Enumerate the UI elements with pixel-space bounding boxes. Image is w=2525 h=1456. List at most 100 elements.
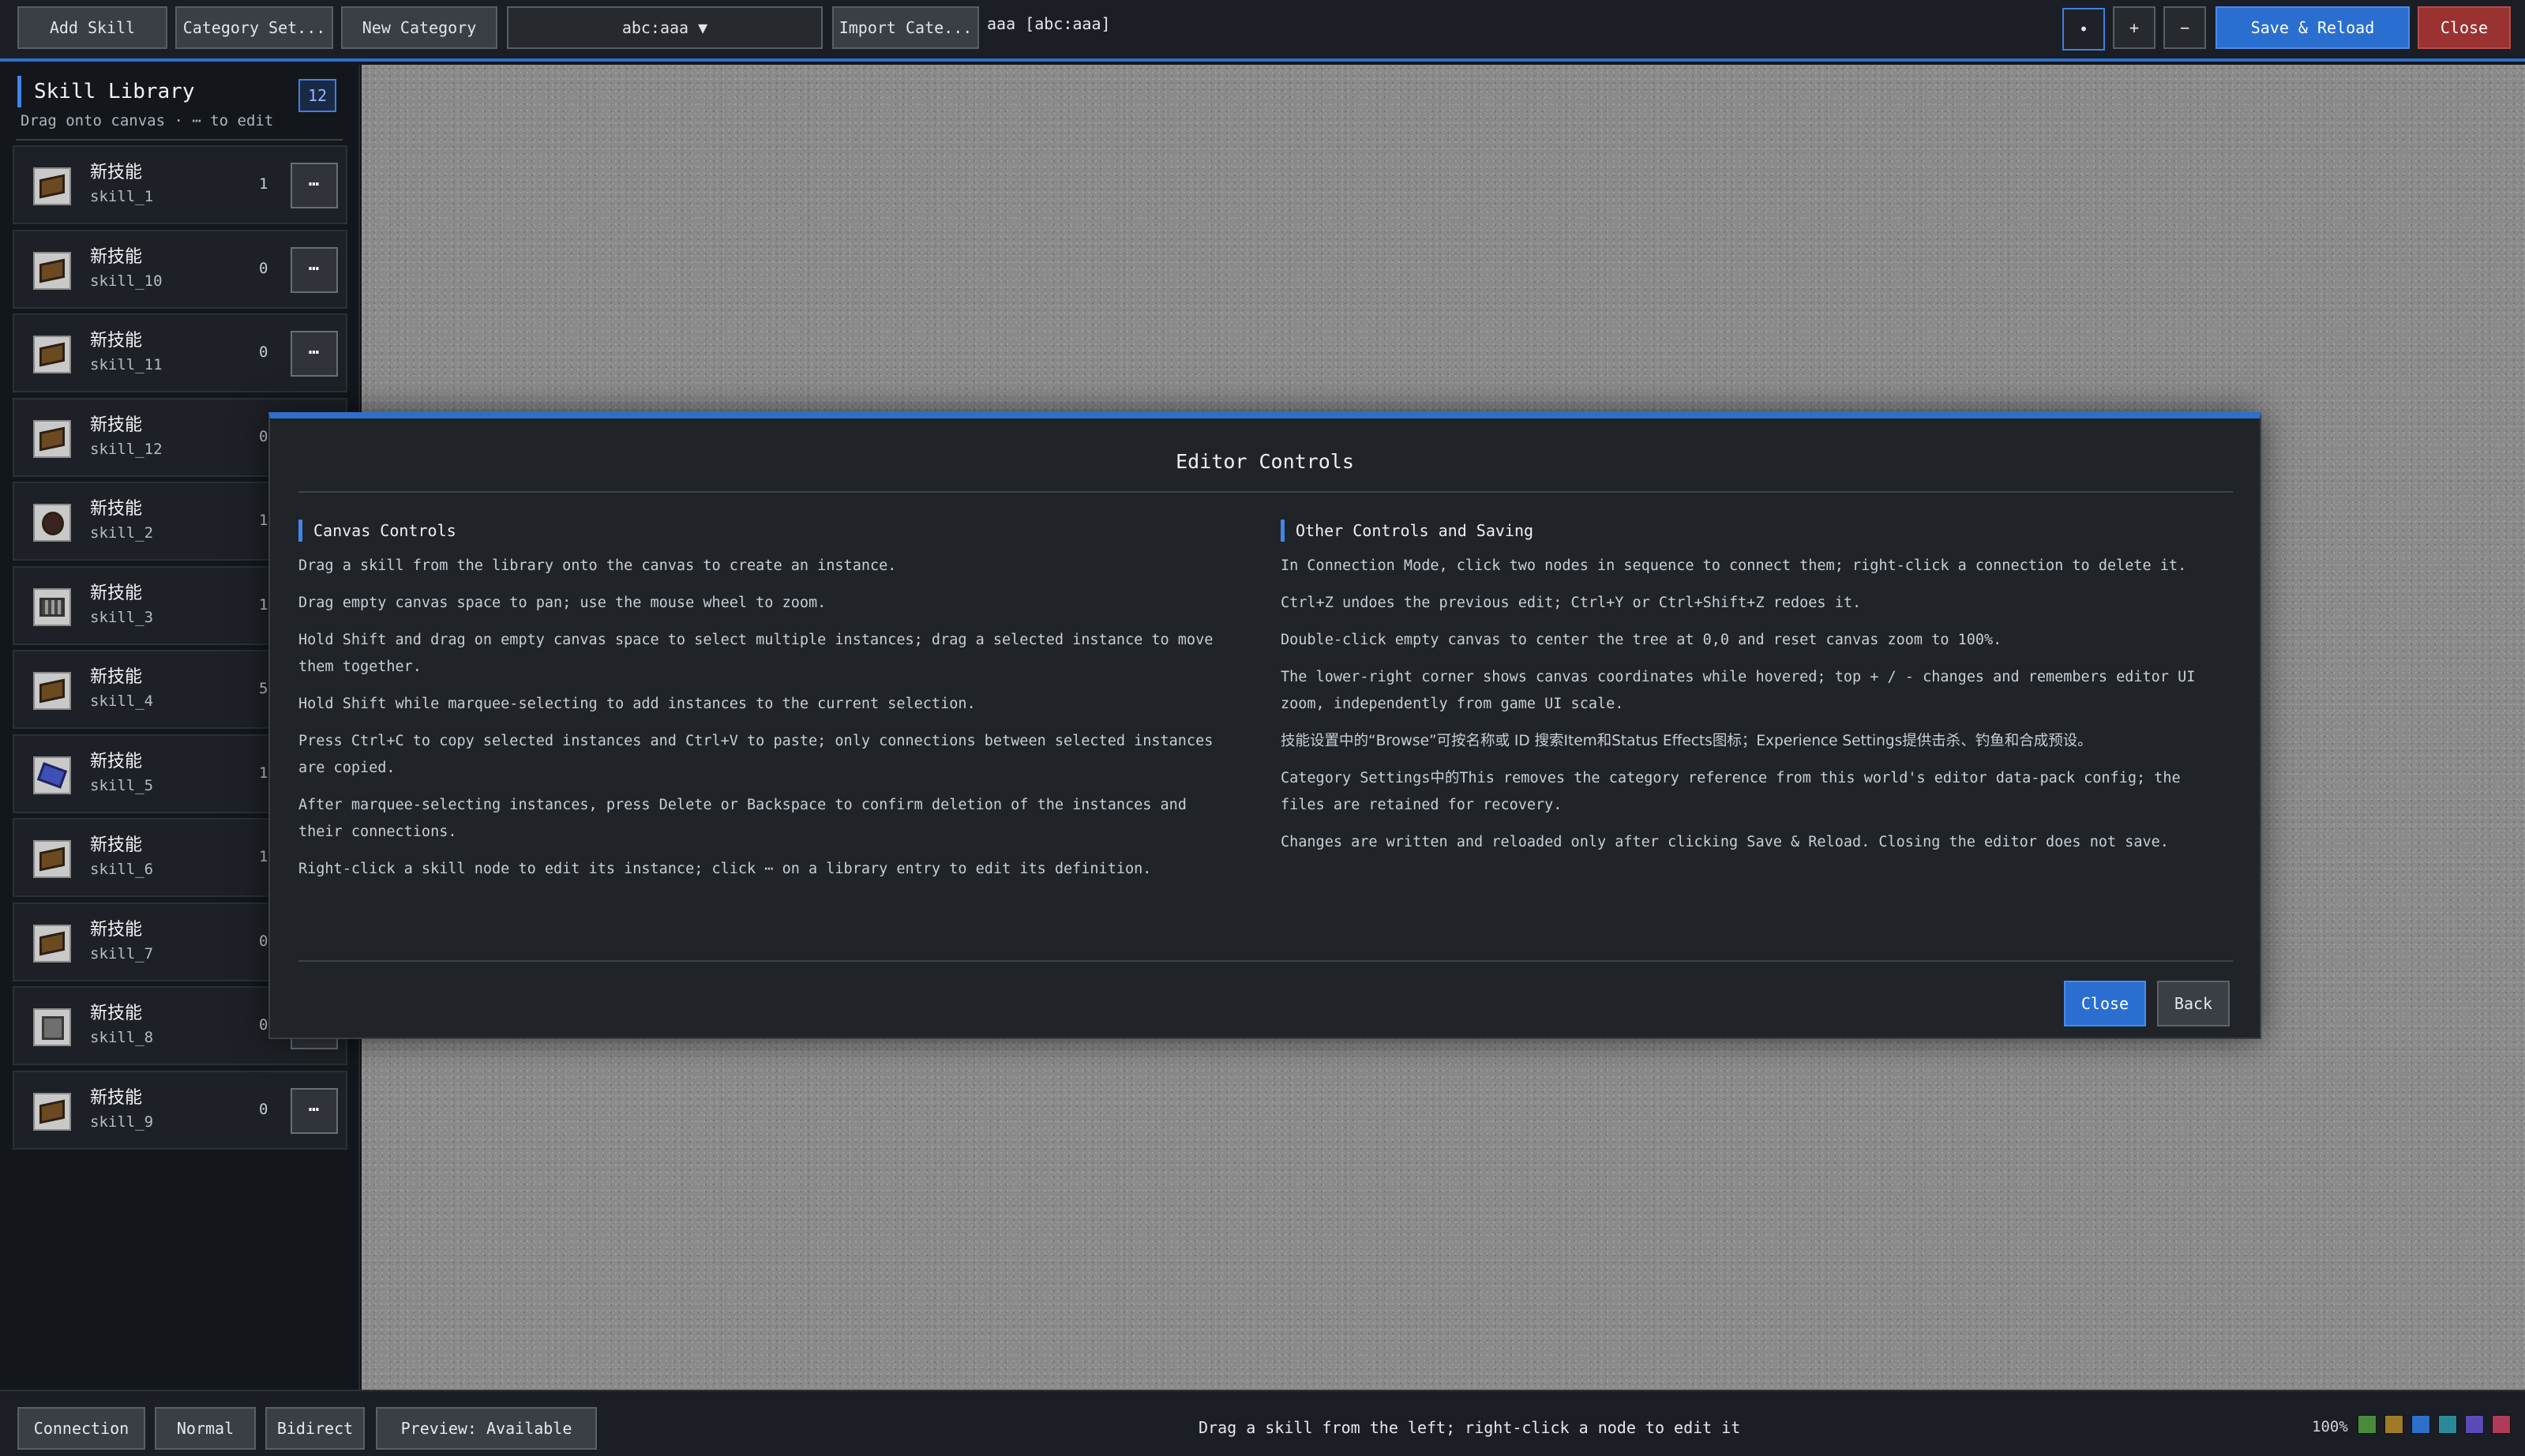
skill-name: 新技能	[90, 415, 143, 435]
edit-skill-more-button[interactable]: ⋯	[291, 1087, 338, 1134]
skill-id: skill_3	[90, 608, 154, 626]
bidirect-link-button[interactable]: Bidirect	[265, 1407, 365, 1450]
skill-name: 新技能	[90, 667, 143, 687]
book-icon	[33, 1092, 71, 1131]
skill-name: 新技能	[90, 331, 143, 351]
connection-mode-button[interactable]: Connection	[17, 1407, 145, 1450]
help-line: Right-click a skill node to edit its ins…	[298, 861, 1152, 877]
skill-instance-count: 1	[259, 595, 268, 614]
help-line: Category Settings中的This removes the cate…	[1281, 770, 2181, 813]
skill-name: 新技能	[90, 583, 143, 603]
dialog-title: Editor Controls	[1176, 450, 1354, 473]
namespace-dropdown[interactable]: abc:aaa ▼	[507, 6, 823, 49]
skill-id: skill_6	[90, 861, 154, 878]
skill-id: skill_10	[90, 272, 163, 290]
skill-instance-count: 0	[259, 1100, 268, 1118]
color-swatch[interactable]	[2492, 1415, 2511, 1434]
block-icon	[33, 1008, 71, 1046]
current-namespace-label: aaa [abc:aaa]	[987, 14, 1111, 33]
help-line: Double-click empty canvas to center the …	[1281, 632, 2002, 648]
skill-id: skill_4	[90, 692, 154, 710]
skill-id: skill_7	[90, 944, 154, 963]
book-icon	[33, 672, 71, 710]
canvas-zoom-readout: 100%	[2312, 1418, 2348, 1435]
library-hint: Drag onto canvas · ⋯ to edit	[21, 112, 274, 129]
help-line: Drag empty canvas space to pan; use the …	[298, 595, 827, 611]
editor-controls-dialog: Editor Controls Canvas Controls Drag a s…	[268, 412, 2261, 1039]
other-controls-section: Other Controls and Saving In Connection …	[1281, 520, 2212, 866]
help-line: After marquee-selecting instances, press…	[298, 797, 1187, 840]
skill-id: skill_1	[90, 188, 154, 205]
skill-instance-count: 1	[259, 175, 268, 193]
dialog-back-button[interactable]: Back	[2157, 981, 2230, 1026]
canvas-controls-section: Canvas Controls Drag a skill from the li…	[298, 520, 1230, 893]
skill-library-item[interactable]: 新技能 skill_10 0 ⋯	[13, 229, 347, 309]
skill-name: 新技能	[90, 499, 143, 519]
color-swatch[interactable]	[2358, 1415, 2377, 1434]
skill-instance-count: 1	[259, 848, 268, 865]
bottom-status-bar: Connection Normal Bidirect Preview: Avai…	[0, 1390, 2525, 1456]
star-icon	[33, 756, 71, 794]
skill-id: skill_12	[90, 440, 163, 458]
book-icon	[33, 251, 71, 290]
close-editor-button[interactable]: Close	[2418, 6, 2511, 49]
orb-icon	[33, 504, 71, 542]
edit-skill-more-button[interactable]: ⋯	[291, 163, 338, 208]
skill-id: skill_9	[90, 1113, 154, 1131]
color-swatch[interactable]	[2411, 1415, 2430, 1434]
help-button[interactable]: •	[2062, 8, 2105, 51]
skill-name: 新技能	[90, 246, 143, 267]
save-reload-button[interactable]: Save & Reload	[2215, 6, 2410, 49]
library-count-badge: 12	[298, 79, 336, 112]
help-line: The lower-right corner shows canvas coor…	[1281, 669, 2196, 712]
help-line: Press Ctrl+C to copy selected instances …	[298, 733, 1214, 776]
help-line: Drag a skill from the library onto the c…	[298, 557, 897, 574]
skill-name: 新技能	[90, 1087, 143, 1108]
preview-toggle-button[interactable]: Preview: Available	[376, 1407, 597, 1450]
help-line: Changes are written and reloaded only af…	[1281, 834, 2169, 850]
category-settings-button[interactable]: Category Set...	[175, 6, 333, 49]
skill-instance-count: 1	[259, 764, 268, 782]
help-line: Ctrl+Z undoes the previous edit; Ctrl+Y …	[1281, 595, 1862, 611]
skill-id: skill_11	[90, 356, 163, 373]
color-swatch[interactable]	[2438, 1415, 2457, 1434]
help-line: Hold Shift while marquee-selecting to ad…	[298, 696, 976, 712]
add-skill-button[interactable]: Add Skill	[17, 6, 167, 49]
skill-name: 新技能	[90, 163, 143, 182]
book-icon	[33, 924, 71, 963]
skill-instance-count: 0	[259, 427, 268, 445]
top-toolbar: Add Skill Category Set... New Category a…	[0, 0, 2525, 62]
book-icon	[33, 419, 71, 458]
color-swatch[interactable]	[2465, 1415, 2484, 1434]
skill-name: 新技能	[90, 919, 143, 940]
dialog-divider	[298, 491, 2233, 493]
section-heading: Other Controls and Saving	[1281, 520, 2212, 542]
skill-id: skill_2	[90, 524, 154, 542]
skill-instance-count: 5	[259, 680, 268, 697]
ui-zoom-in-button[interactable]: +	[2113, 6, 2155, 49]
color-swatch[interactable]	[2384, 1415, 2403, 1434]
cage-icon	[33, 587, 71, 626]
dialog-close-button[interactable]: Close	[2064, 981, 2146, 1026]
skill-library-item[interactable]: 新技能 skill_1 1 ⋯	[13, 145, 347, 224]
ui-zoom-out-button[interactable]: −	[2163, 6, 2206, 49]
book-icon	[33, 840, 71, 878]
help-line: In Connection Mode, click two nodes in s…	[1281, 557, 2187, 574]
edit-skill-more-button[interactable]: ⋯	[291, 331, 338, 377]
skill-library-item[interactable]: 新技能 skill_11 0 ⋯	[13, 313, 347, 392]
help-line: Hold Shift and drag on empty canvas spac…	[298, 632, 1214, 675]
skill-instance-count: 0	[259, 259, 268, 277]
library-title: Skill Library	[17, 76, 195, 107]
import-category-button[interactable]: Import Cate...	[832, 6, 979, 49]
skill-id: skill_8	[90, 1029, 154, 1046]
new-category-button[interactable]: New Category	[341, 6, 497, 49]
book-icon	[33, 336, 71, 373]
book-icon	[33, 167, 71, 205]
section-heading: Canvas Controls	[298, 520, 1230, 542]
skill-name: 新技能	[90, 1004, 143, 1023]
edit-skill-more-button[interactable]: ⋯	[291, 246, 338, 293]
normal-link-button[interactable]: Normal	[155, 1407, 256, 1450]
skill-instance-count: 0	[259, 343, 268, 361]
skill-library-item[interactable]: 新技能 skill_9 0 ⋯	[13, 1070, 347, 1150]
skill-name: 新技能	[90, 835, 143, 855]
